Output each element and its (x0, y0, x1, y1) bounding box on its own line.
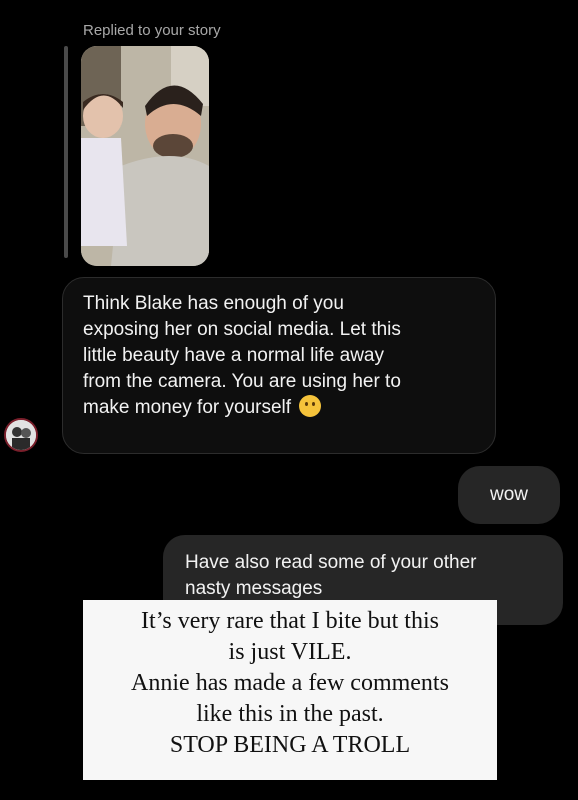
message-line: Have also read some of your other (185, 552, 477, 573)
outgoing-message-wow[interactable]: wow (458, 466, 560, 524)
caption-line: It’s very rare that I bite but this (141, 608, 439, 634)
story-thumbnail[interactable] (81, 46, 209, 266)
message-line: exposing her on social media. Let this (83, 319, 401, 340)
thinking-face-emoji-icon (299, 395, 322, 417)
sender-avatar[interactable] (4, 418, 38, 452)
caption-line: STOP BEING A TROLL (169, 732, 411, 758)
replied-to-story-label: Replied to your story (83, 22, 221, 39)
message-line: nasty messages (185, 578, 323, 599)
story-photo-icon (81, 46, 209, 266)
message-text: wow (489, 484, 528, 505)
reply-indicator-bar (64, 46, 68, 258)
caption-line: is just VILE. (228, 639, 352, 665)
incoming-message-bubble[interactable]: Think Blake has enough of you exposing h… (62, 277, 496, 454)
message-line: Think Blake has enough of you (83, 293, 344, 314)
caption-overlay: It’s very rare that I bite but this is j… (83, 600, 497, 780)
profile-avatar-icon (6, 420, 36, 450)
message-line: little beauty have a normal life away (83, 345, 384, 366)
caption-line: Annie has made a few comments (131, 670, 449, 696)
message-line: from the camera. You are using her to (83, 371, 401, 392)
caption-line: like this in the past. (196, 701, 384, 727)
message-line-text: make money for yourself (83, 397, 292, 418)
message-line-last: make money for yourself (83, 395, 475, 421)
